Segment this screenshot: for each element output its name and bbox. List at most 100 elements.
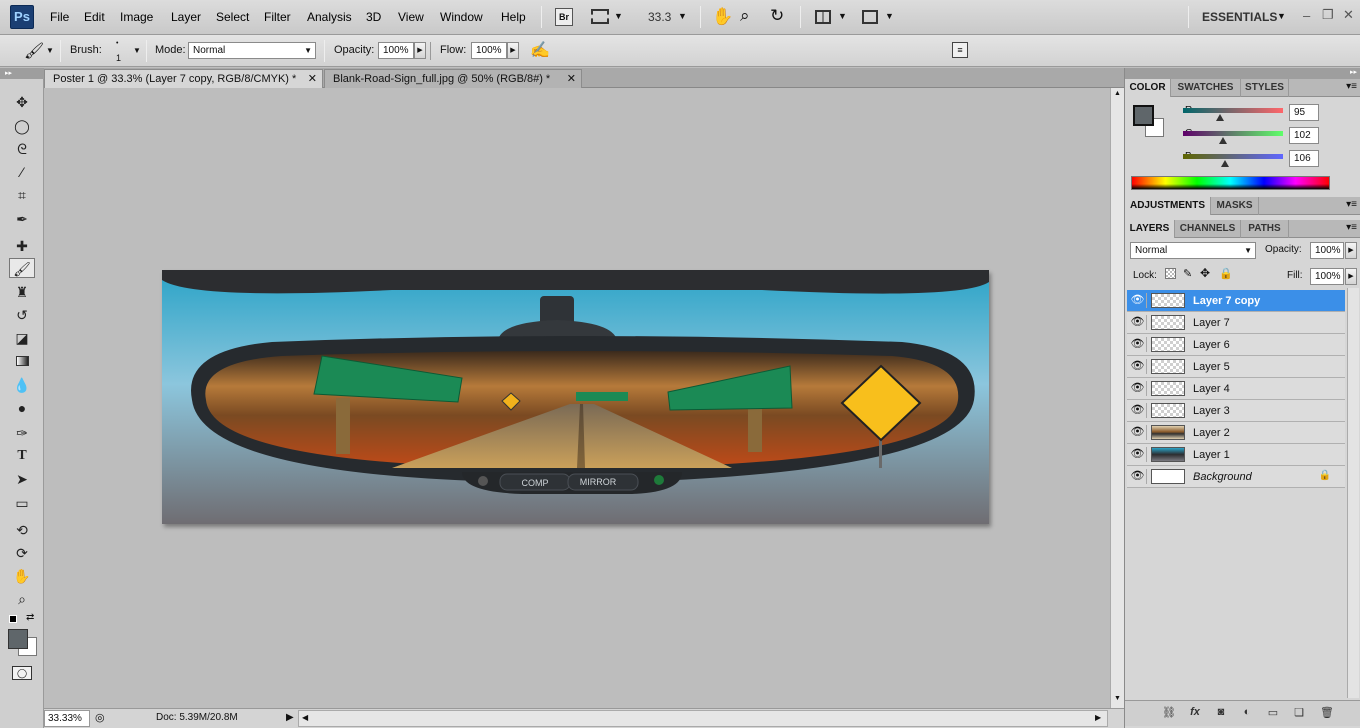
- hand-tool-icon[interactable]: ✋: [9, 566, 35, 586]
- tab-masks[interactable]: MASKS: [1211, 197, 1259, 215]
- horizontal-scrollbar[interactable]: ◀ ▶: [298, 710, 1108, 727]
- layer-row[interactable]: 👁 Layer 3: [1127, 400, 1345, 422]
- crop-tool-icon[interactable]: ⌗: [9, 185, 35, 205]
- color-spectrum-ramp[interactable]: [1131, 176, 1330, 190]
- healing-brush-tool-icon[interactable]: ✚: [9, 236, 35, 256]
- tab-poster-1[interactable]: Poster 1 @ 33.3% (Layer 7 copy, RGB/8/CM…: [44, 69, 323, 88]
- flow-slider-button[interactable]: ▶: [507, 42, 519, 59]
- eyedropper-tool-icon[interactable]: ✒: [9, 209, 35, 229]
- visibility-eye-icon[interactable]: 👁: [1129, 381, 1147, 396]
- pen-tool-icon[interactable]: ✑: [9, 423, 35, 443]
- scroll-up-icon[interactable]: ▲: [1114, 90, 1121, 97]
- visibility-eye-icon[interactable]: 👁: [1129, 403, 1147, 418]
- r-slider-handle[interactable]: [1216, 114, 1224, 121]
- adjustment-layer-icon[interactable]: ◐: [1239, 706, 1255, 720]
- mode-select[interactable]: Normal ▼: [188, 42, 316, 59]
- link-layers-icon[interactable]: ⛓: [1161, 706, 1177, 720]
- delete-layer-icon[interactable]: 🗑: [1319, 706, 1335, 720]
- 3d-rotate-tool-icon[interactable]: ⟲: [9, 520, 35, 540]
- opacity-slider-button[interactable]: ▶: [414, 42, 426, 59]
- opacity-input[interactable]: 100%: [378, 42, 414, 59]
- 3d-orbit-tool-icon[interactable]: ⟳: [9, 543, 35, 563]
- r-slider-ramp[interactable]: [1183, 108, 1283, 113]
- tab-color[interactable]: COLOR: [1125, 79, 1171, 97]
- menu-image[interactable]: Image: [120, 10, 153, 24]
- dodge-tool-icon[interactable]: ●: [9, 398, 35, 418]
- layer-row[interactable]: 👁 Background 🔒: [1127, 466, 1345, 488]
- visibility-eye-icon[interactable]: 👁: [1129, 293, 1147, 308]
- g-slider-handle[interactable]: [1219, 137, 1227, 144]
- blend-mode-select[interactable]: Normal ▼: [1130, 242, 1256, 259]
- fill-input[interactable]: 100%: [1310, 268, 1344, 285]
- airbrush-icon[interactable]: ✍: [530, 40, 550, 60]
- lasso-tool-icon[interactable]: ᘓ: [9, 139, 35, 159]
- tab-swatches[interactable]: SWATCHES: [1171, 79, 1241, 97]
- toolbox-collapse-icon[interactable]: ▸▸: [0, 68, 44, 79]
- panel-menu-icon[interactable]: ▾≡: [1346, 222, 1357, 233]
- tab-channels[interactable]: CHANNELS: [1175, 220, 1241, 238]
- move-tool-icon[interactable]: ✥: [9, 92, 35, 112]
- menu-edit[interactable]: Edit: [84, 10, 105, 24]
- menu-filter[interactable]: Filter: [264, 10, 291, 24]
- vertical-scrollbar[interactable]: ▲ ▼: [1110, 88, 1124, 708]
- visibility-eye-icon[interactable]: 👁: [1129, 469, 1147, 484]
- lock-transparent-icon[interactable]: [1165, 268, 1176, 279]
- layers-scrollbar[interactable]: [1347, 288, 1359, 698]
- close-tab-icon[interactable]: ✕: [567, 70, 576, 88]
- zoom-tool-icon[interactable]: ⌕: [740, 6, 750, 26]
- new-group-icon[interactable]: ▭: [1265, 706, 1281, 720]
- visibility-eye-icon[interactable]: 👁: [1129, 447, 1147, 462]
- fill-slider-button[interactable]: ▶: [1345, 268, 1357, 285]
- brush-size-value[interactable]: 1: [116, 53, 121, 63]
- eraser-tool-icon[interactable]: ◪: [9, 328, 35, 348]
- flow-input[interactable]: 100%: [471, 42, 507, 59]
- hand-tool-icon[interactable]: ✋: [712, 7, 733, 27]
- status-zoom-input[interactable]: 33.33%: [44, 710, 90, 727]
- arrange-documents-icon[interactable]: [815, 10, 831, 24]
- layer-row[interactable]: 👁 Layer 4: [1127, 378, 1345, 400]
- status-info-icon[interactable]: ◎: [95, 711, 105, 724]
- b-slider-handle[interactable]: [1221, 160, 1229, 167]
- menu-view[interactable]: View: [398, 10, 424, 24]
- b-value-input[interactable]: 106: [1289, 150, 1319, 167]
- color-foreground-swatch[interactable]: [1133, 105, 1154, 126]
- tab-styles[interactable]: STYLES: [1241, 79, 1289, 97]
- lock-position-icon[interactable]: ✥: [1200, 266, 1210, 280]
- zoom-tool-icon[interactable]: ⌕: [9, 589, 35, 609]
- restore-icon[interactable]: ❐: [1322, 7, 1334, 23]
- default-colors-icon[interactable]: [9, 615, 17, 623]
- tab-paths[interactable]: PATHS: [1241, 220, 1289, 238]
- g-value-input[interactable]: 102: [1289, 127, 1319, 144]
- menu-analysis[interactable]: Analysis: [307, 10, 352, 24]
- r-value-input[interactable]: 95: [1289, 104, 1319, 121]
- scroll-right-icon[interactable]: ▶: [1095, 713, 1101, 722]
- mini-bridge-icon[interactable]: [591, 9, 609, 24]
- quick-mask-icon[interactable]: ◯: [12, 666, 32, 680]
- panel-menu-icon[interactable]: ▾≡: [1346, 81, 1357, 92]
- scroll-left-icon[interactable]: ◀: [302, 713, 308, 722]
- screen-mode-icon[interactable]: [862, 10, 878, 24]
- chevron-down-icon[interactable]: ▼: [838, 11, 847, 21]
- lock-all-icon[interactable]: 🔒: [1219, 267, 1233, 280]
- zoom-dropdown-chevron-icon[interactable]: ▼: [678, 11, 687, 21]
- chevron-down-icon[interactable]: ▼: [885, 11, 894, 21]
- lock-image-icon[interactable]: ✎: [1183, 267, 1192, 280]
- visibility-eye-icon[interactable]: 👁: [1129, 425, 1147, 440]
- menu-layer[interactable]: Layer: [171, 10, 201, 24]
- blur-tool-icon[interactable]: 💧: [9, 375, 35, 395]
- close-tab-icon[interactable]: ✕: [308, 70, 317, 88]
- bridge-button[interactable]: Br: [555, 8, 573, 26]
- scroll-down-icon[interactable]: ▼: [1114, 695, 1121, 702]
- layer-row[interactable]: 👁 Layer 2: [1127, 422, 1345, 444]
- visibility-eye-icon[interactable]: 👁: [1129, 337, 1147, 352]
- type-tool-icon[interactable]: T: [9, 446, 35, 466]
- new-layer-icon[interactable]: ❏: [1291, 706, 1307, 720]
- layer-row[interactable]: 👁 Layer 6: [1127, 334, 1345, 356]
- chevron-down-icon[interactable]: ▼: [614, 11, 623, 21]
- brush-panel-toggle-icon[interactable]: ≡: [952, 42, 968, 58]
- dock-collapse-icon[interactable]: ▸▸: [1350, 68, 1357, 76]
- menu-select[interactable]: Select: [216, 10, 249, 24]
- add-mask-icon[interactable]: ◙: [1213, 706, 1229, 720]
- foreground-color-swatch[interactable]: [8, 629, 28, 649]
- layer-row[interactable]: 👁 Layer 7: [1127, 312, 1345, 334]
